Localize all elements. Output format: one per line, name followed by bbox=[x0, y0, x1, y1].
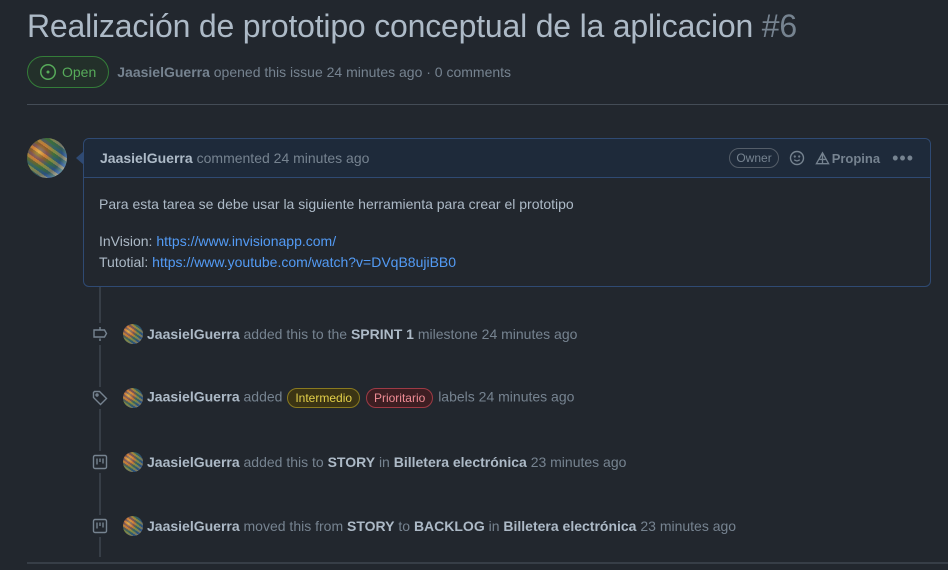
tag-icon bbox=[91, 387, 109, 409]
tutorial-label: Tutotial: bbox=[99, 254, 149, 270]
event-pre-text: moved this from bbox=[243, 518, 344, 534]
comment-body-line1: Para esta tarea se debe usar la siguient… bbox=[99, 196, 574, 212]
comment-box: JaasielGuerra commented 24 minutes ago O… bbox=[76, 138, 931, 289]
event-avatar[interactable] bbox=[123, 452, 143, 472]
event-avatar[interactable] bbox=[123, 324, 143, 344]
event-pre-text: added this to the bbox=[243, 326, 348, 342]
issue-author-link[interactable]: JaasielGuerra bbox=[117, 64, 210, 80]
event-actor-link[interactable]: JaasielGuerra bbox=[147, 518, 240, 534]
comment-timestamp[interactable]: commented 24 minutes ago bbox=[197, 150, 370, 166]
milestone-icon bbox=[91, 323, 109, 345]
comment-body: Para esta tarea se debe usar la siguient… bbox=[84, 178, 930, 289]
issue-title: Realización de prototipo conceptual de l… bbox=[27, 8, 797, 45]
tip-label: Propina bbox=[831, 150, 881, 166]
tip-button[interactable]: Propina bbox=[814, 150, 881, 166]
invision-link[interactable]: https://www.invisionapp.com/ bbox=[156, 233, 336, 249]
event-timestamp[interactable]: 24 minutes ago bbox=[482, 326, 578, 342]
comment-author-link[interactable]: JaasielGuerra bbox=[100, 150, 193, 166]
project-link[interactable]: Billetera electrónica bbox=[394, 454, 527, 470]
event-to-text: to bbox=[398, 518, 411, 534]
tip-icon bbox=[814, 151, 830, 164]
milestone-link[interactable]: SPRINT 1 bbox=[351, 326, 414, 342]
reaction-smiley-icon[interactable] bbox=[789, 150, 805, 166]
event-actor-link[interactable]: JaasielGuerra bbox=[147, 326, 240, 342]
project-column-from: STORY bbox=[347, 518, 395, 534]
issue-title-text: Realización de prototipo conceptual de l… bbox=[27, 8, 754, 44]
event-timestamp[interactable]: 24 minutes ago bbox=[479, 389, 575, 405]
event-actor-link[interactable]: JaasielGuerra bbox=[147, 454, 240, 470]
event-pre-text: added bbox=[243, 388, 283, 405]
timeline-event-labels: JaasielGuerra added Intermedio Prioritar… bbox=[91, 387, 574, 409]
event-pre-text: added this to bbox=[243, 454, 324, 470]
event-avatar[interactable] bbox=[123, 516, 143, 536]
event-text: JaasielGuerra moved this from STORY to B… bbox=[147, 518, 736, 534]
issue-open-icon bbox=[40, 64, 56, 80]
invision-label: InVision: bbox=[99, 233, 153, 249]
comment-header: JaasielGuerra commented 24 minutes ago O… bbox=[84, 139, 930, 178]
comment-tutorial-line: Tutotial: https://www.youtube.com/watch?… bbox=[99, 252, 915, 273]
comment-options-kebab-icon[interactable]: ••• bbox=[892, 149, 914, 167]
event-mid-text: in bbox=[488, 518, 500, 534]
issue-number: #6 bbox=[761, 8, 797, 44]
project-link[interactable]: Billetera electrónica bbox=[503, 518, 636, 534]
issue-meta-text: JaasielGuerra opened this issue 24 minut… bbox=[117, 64, 511, 80]
header-divider bbox=[27, 104, 948, 105]
timeline-event-milestone: JaasielGuerra added this to the SPRINT 1… bbox=[91, 323, 577, 345]
issue-meta: Open JaasielGuerra opened this issue 24 … bbox=[27, 56, 511, 88]
event-mid-text: in bbox=[378, 454, 390, 470]
tutorial-link[interactable]: https://www.youtube.com/watch?v=DVqB8uji… bbox=[152, 254, 456, 270]
owner-badge: Owner bbox=[729, 148, 779, 168]
project-column-name: STORY bbox=[327, 454, 376, 470]
event-text: JaasielGuerra added this to the SPRINT 1… bbox=[147, 326, 577, 342]
event-post-text: labels bbox=[438, 388, 475, 405]
label-prioritario[interactable]: Prioritario bbox=[365, 388, 434, 408]
label-intermedio[interactable]: Intermedio bbox=[287, 388, 361, 408]
timeline-event-project-add: JaasielGuerra added this to STORY in Bil… bbox=[91, 451, 626, 473]
event-text: JaasielGuerra added Intermedio Prioritar… bbox=[147, 388, 574, 408]
issue-opened-text: opened this issue 24 minutes ago · 0 com… bbox=[213, 64, 512, 80]
event-timestamp[interactable]: 23 minutes ago bbox=[531, 454, 627, 470]
comment-invision-line: InVision: https://www.invisionapp.com/ bbox=[99, 231, 915, 252]
project-icon bbox=[91, 515, 109, 537]
comment-author-avatar[interactable] bbox=[27, 138, 67, 178]
project-icon bbox=[91, 451, 109, 473]
event-actor-link[interactable]: JaasielGuerra bbox=[147, 389, 240, 405]
issue-state-label: Open bbox=[62, 64, 97, 80]
timeline-bottom-divider bbox=[27, 562, 948, 564]
event-avatar[interactable] bbox=[123, 388, 143, 408]
event-post-text: milestone bbox=[417, 326, 478, 342]
project-column-to: BACKLOG bbox=[413, 518, 485, 534]
timeline-event-project-move: JaasielGuerra moved this from STORY to B… bbox=[91, 515, 736, 537]
event-timestamp[interactable]: 23 minutes ago bbox=[640, 518, 736, 534]
issue-state-badge: Open bbox=[27, 56, 110, 88]
event-text: JaasielGuerra added this to STORY in Bil… bbox=[147, 454, 626, 470]
